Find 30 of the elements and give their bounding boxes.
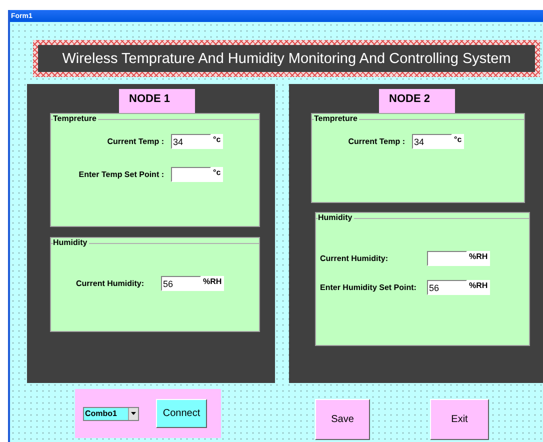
form-button[interactable]: Exit <box>430 399 489 440</box>
unit-label: %RH <box>467 251 490 266</box>
group-title: Tempreture <box>314 114 360 123</box>
input-field[interactable]: 56 <box>161 276 201 291</box>
input-field[interactable] <box>171 167 211 182</box>
unit-label: °c <box>211 167 223 182</box>
group-title: Humidity <box>318 213 354 222</box>
field-label: Current Temp : <box>347 137 405 146</box>
unit-label: %RH <box>467 280 490 295</box>
unit-label: %RH <box>201 276 224 291</box>
field-label: Enter Humidity Set Point: <box>319 283 418 292</box>
banner-title: Wireless Temprature And Humidity Monitoring And Controlling System <box>38 45 535 72</box>
caret-icon <box>131 412 136 415</box>
unit-label: °c <box>452 134 464 149</box>
input-field[interactable]: 34 <box>412 134 452 149</box>
node-title: NODE 2 <box>379 89 455 113</box>
node-title: NODE 1 <box>119 89 195 113</box>
unit-label: °c <box>211 134 223 149</box>
dropdown-field[interactable]: Combo1 <box>83 406 139 420</box>
field-label: Current Humidity: <box>75 279 144 288</box>
group-title: Humidity <box>53 238 90 247</box>
field-label: Current Humidity: <box>319 254 389 263</box>
input-field[interactable] <box>427 251 467 266</box>
field-label: Enter Temp Set Point : <box>78 170 164 179</box>
group-title: Tempreture <box>53 114 98 123</box>
input-field[interactable]: 56 <box>427 280 467 295</box>
connect-button[interactable]: Connect <box>156 399 207 428</box>
form-button[interactable]: Save <box>315 399 370 440</box>
field-label: Current Temp : <box>106 137 164 146</box>
input-field[interactable]: 34 <box>171 134 211 149</box>
